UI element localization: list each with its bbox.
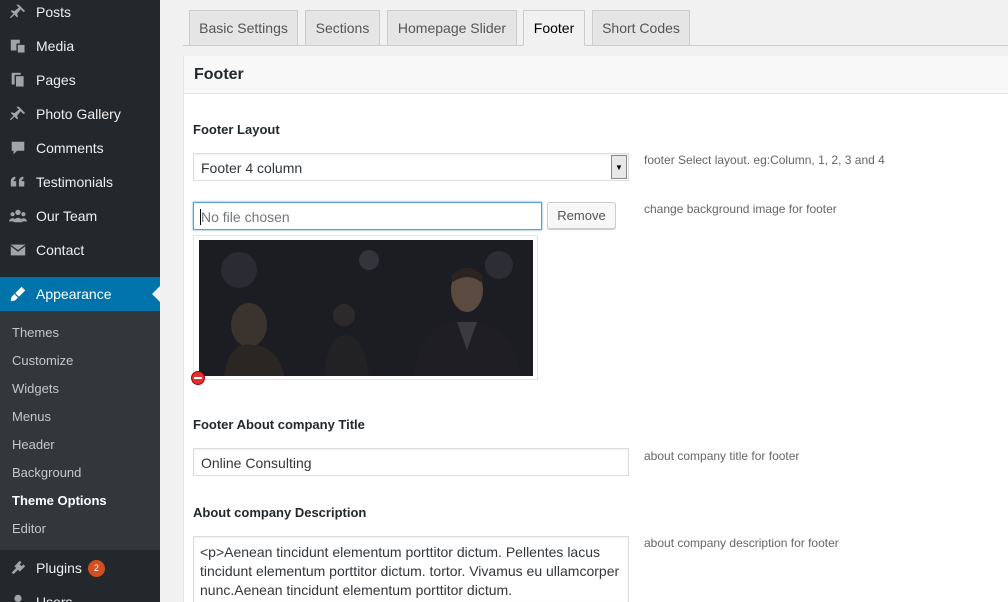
about-desc-textarea[interactable]: <p>Aenean tincidunt elementum porttitor … bbox=[193, 536, 629, 602]
delete-image-icon[interactable] bbox=[191, 371, 205, 385]
menu-pages[interactable]: Pages bbox=[0, 63, 160, 97]
chevron-down-icon[interactable]: ▼ bbox=[611, 155, 627, 179]
tabs-divider bbox=[183, 45, 1008, 46]
about-title-label: Footer About company Title bbox=[193, 417, 365, 432]
submenu-themes[interactable]: Themes bbox=[12, 319, 59, 347]
tab-footer[interactable]: Footer bbox=[523, 10, 585, 46]
footer-layout-select[interactable]: Footer 4 column ▼ bbox=[193, 153, 629, 181]
panel-header: Footer bbox=[184, 56, 1008, 94]
menu-users[interactable]: Users bbox=[0, 585, 160, 602]
comment-icon bbox=[0, 139, 36, 157]
menu-appearance[interactable]: Appearance bbox=[0, 277, 160, 311]
quote-icon bbox=[0, 173, 36, 191]
submenu-customize[interactable]: Customize bbox=[12, 347, 73, 375]
background-preview-image bbox=[199, 240, 533, 376]
tab-short-codes[interactable]: Short Codes bbox=[592, 10, 690, 45]
about-title-input[interactable]: Online Consulting bbox=[193, 448, 629, 476]
background-desc: change background image for footer bbox=[644, 202, 837, 216]
media-icon bbox=[0, 37, 36, 55]
plugins-update-badge: 2 bbox=[87, 559, 105, 577]
menu-photo-gallery[interactable]: Photo Gallery bbox=[0, 97, 160, 131]
file-placeholder: No file chosen bbox=[201, 209, 290, 225]
menu-our-team[interactable]: Our Team bbox=[0, 199, 160, 233]
footer-layout-desc: footer Select layout. eg:Column, 1, 2, 3… bbox=[644, 153, 885, 167]
pages-icon bbox=[0, 71, 36, 89]
pushpin-icon bbox=[0, 105, 36, 123]
menu-testimonials[interactable]: Testimonials bbox=[0, 165, 160, 199]
about-title-value: Online Consulting bbox=[201, 455, 312, 471]
menu-plugins[interactable]: Plugins 2 bbox=[0, 551, 160, 585]
background-file-input[interactable]: No file chosen bbox=[193, 202, 542, 230]
about-title-desc: about company title for footer bbox=[644, 449, 800, 463]
menu-posts[interactable]: Posts bbox=[0, 0, 160, 29]
appearance-submenu: Themes Customize Widgets Menus Header Ba… bbox=[0, 311, 160, 550]
team-icon bbox=[0, 207, 36, 225]
menu-contact[interactable]: Contact bbox=[0, 233, 160, 267]
tab-basic-settings[interactable]: Basic Settings bbox=[189, 10, 298, 45]
tab-sections[interactable]: Sections bbox=[305, 10, 380, 45]
users-icon bbox=[0, 593, 36, 602]
tab-homepage-slider[interactable]: Homepage Slider bbox=[387, 10, 517, 45]
admin-sidebar: Posts Media Pages Photo Gallery Comments… bbox=[0, 0, 160, 602]
submenu-editor[interactable]: Editor bbox=[12, 515, 46, 543]
submenu-background[interactable]: Background bbox=[12, 459, 81, 487]
background-preview-frame bbox=[193, 235, 538, 380]
submenu-menus[interactable]: Menus bbox=[12, 403, 51, 431]
menu-media[interactable]: Media bbox=[0, 29, 160, 63]
about-desc-label: About company Description bbox=[193, 505, 367, 520]
active-menu-arrow bbox=[152, 286, 160, 302]
submenu-theme-options[interactable]: Theme Options bbox=[12, 487, 107, 515]
submenu-widgets[interactable]: Widgets bbox=[12, 375, 59, 403]
mail-icon bbox=[0, 242, 36, 258]
footer-layout-label: Footer Layout bbox=[193, 122, 280, 137]
pushpin-icon bbox=[0, 3, 36, 21]
footer-layout-selected: Footer 4 column bbox=[201, 160, 303, 176]
remove-button[interactable]: Remove bbox=[547, 202, 616, 229]
submenu-header[interactable]: Header bbox=[12, 431, 55, 459]
plugin-icon bbox=[0, 559, 36, 577]
menu-comments[interactable]: Comments bbox=[0, 131, 160, 165]
brush-icon bbox=[0, 285, 36, 303]
about-desc-desc: about company description for footer bbox=[644, 536, 839, 550]
panel-title: Footer bbox=[194, 66, 244, 83]
